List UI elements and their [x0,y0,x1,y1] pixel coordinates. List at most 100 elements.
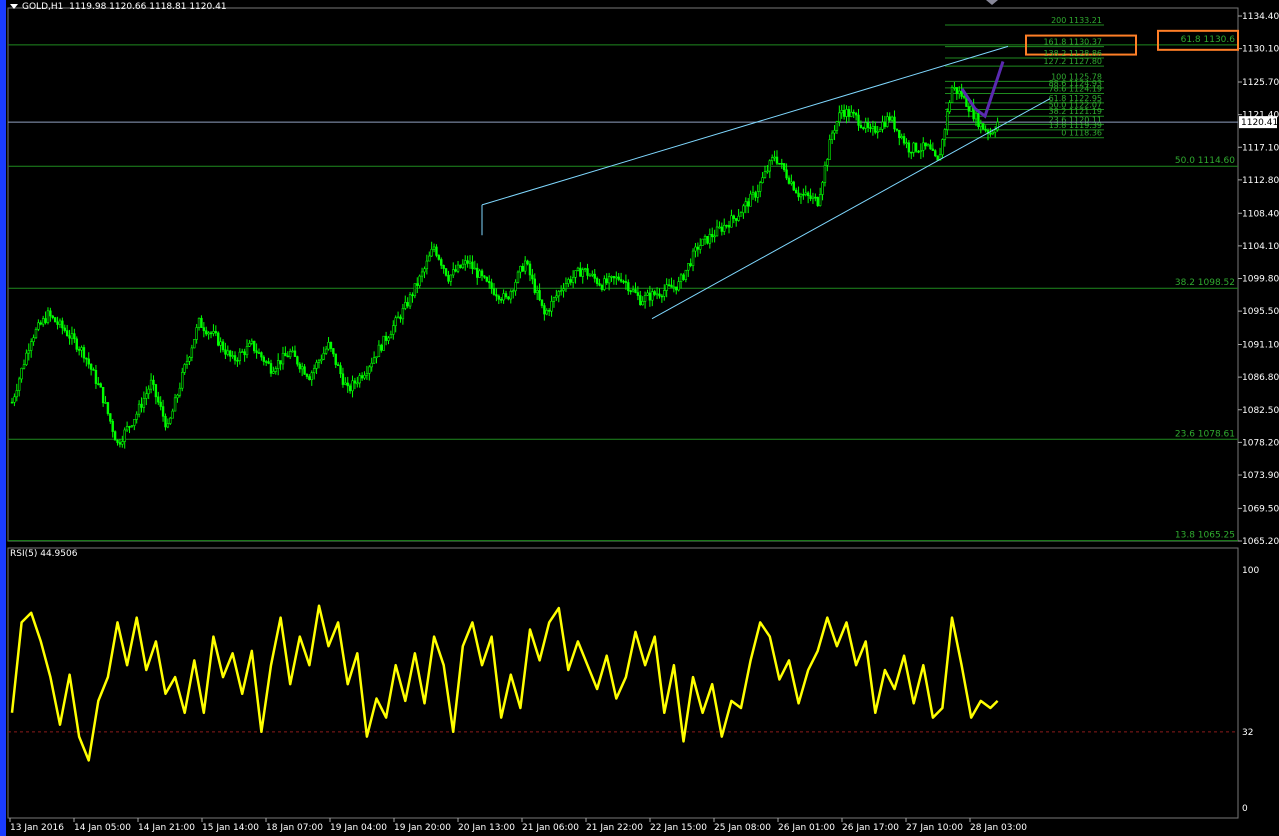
candle-body [953,87,956,89]
candle-body [39,322,42,325]
channel-lower-line [651,98,1051,320]
price-tick-label: 1125.70 [1242,78,1279,88]
candle-body [946,111,949,130]
candle-body [217,332,220,346]
candle-body [202,327,206,332]
candle-body [399,316,402,320]
candle-body [809,195,812,199]
time-tick-label: 27 Jan 10:00 [906,823,963,833]
candle-body [902,136,906,144]
time-tick-label: 14 Jan 21:00 [138,823,195,833]
candle-body [348,385,352,392]
candle-body [437,255,441,260]
candle-body [828,139,831,160]
candle-body [20,367,23,380]
candle-body [634,289,637,293]
price-tick-label: 1099.80 [1242,275,1279,285]
candle-body [231,355,234,357]
candle-body [826,159,829,166]
dropdown-icon[interactable] [10,4,18,9]
candle-body [994,129,997,133]
candle-body [372,357,376,364]
candle-body [663,290,666,297]
candle-body [401,308,405,320]
candle-body [768,160,771,172]
rsi-header: RSI(5) 44.9506 [10,549,78,559]
candle-body [101,386,105,404]
candle-body [699,245,702,250]
candle-body [982,123,985,130]
candle-body [756,191,759,198]
candle-body [881,121,884,130]
candle-body [356,382,359,385]
candle-body [507,296,510,300]
candle-body [739,212,743,217]
candle-body [531,274,534,280]
candle-body [490,282,493,289]
candle-body [169,417,172,424]
candle-body [315,362,318,369]
candle-body [430,248,433,257]
candle-body [298,363,301,370]
candle-body [643,295,647,302]
candle-body [291,350,294,353]
candle-body [850,111,853,117]
candle-body [44,318,47,323]
candle-body [639,295,642,306]
candle-body [785,169,788,179]
candle-body [416,283,419,286]
candle-body [593,273,596,279]
candle-body [509,291,512,300]
candle-body [799,194,803,198]
candle-body [41,318,45,325]
candle-body [955,87,959,94]
symbol-label: GOLD,H1 [22,2,64,12]
price-tick-label: 1086.80 [1242,373,1279,383]
candle-body [267,361,270,364]
candle-body [591,273,594,276]
candle-body [895,128,899,131]
candle-body [694,246,697,252]
candle-body [802,194,805,196]
candle-body [504,293,508,298]
candle-body [766,170,769,173]
candle-body [286,355,289,358]
candle-body [919,150,923,153]
candle-body [670,284,673,288]
candle-body [380,344,383,351]
candle-body [80,347,83,351]
price-tick-label: 1065.20 [1242,537,1279,547]
candle-body [984,128,987,131]
candle-body [934,150,937,157]
time-tick-label: 25 Jan 08:00 [714,823,771,833]
candle-body [497,295,501,300]
candle-body [336,364,340,366]
candle-body [106,402,110,414]
candle-body [929,144,932,150]
time-tick-label: 26 Jan 17:00 [842,823,899,833]
candle-body [214,331,218,334]
candle-body [360,375,364,379]
candle-body [823,164,827,183]
candle-body [682,274,685,280]
candle-body [627,282,630,292]
price-tick-label: 1091.10 [1242,341,1279,351]
candle-body [413,283,417,297]
candle-body [624,281,628,283]
candle-body [720,226,724,232]
price-chart[interactable]: 1134.401130.101125.701121.401117.101112.… [0,0,1279,836]
candle-body [770,157,774,162]
candle-body [735,218,738,221]
candle-body [485,276,489,282]
candle-body [804,192,807,195]
candle-body [195,327,198,340]
candle-body [773,156,776,159]
candle-body [339,365,342,375]
candle-body [245,346,249,356]
fib-ext-label: 0 1118.36 [1061,129,1102,138]
candle-body [121,441,124,445]
candle-body [423,268,426,273]
candle-body [464,260,467,265]
fib-level-label: 61.8 1130.6 [1181,35,1236,45]
candle-body [790,181,793,184]
